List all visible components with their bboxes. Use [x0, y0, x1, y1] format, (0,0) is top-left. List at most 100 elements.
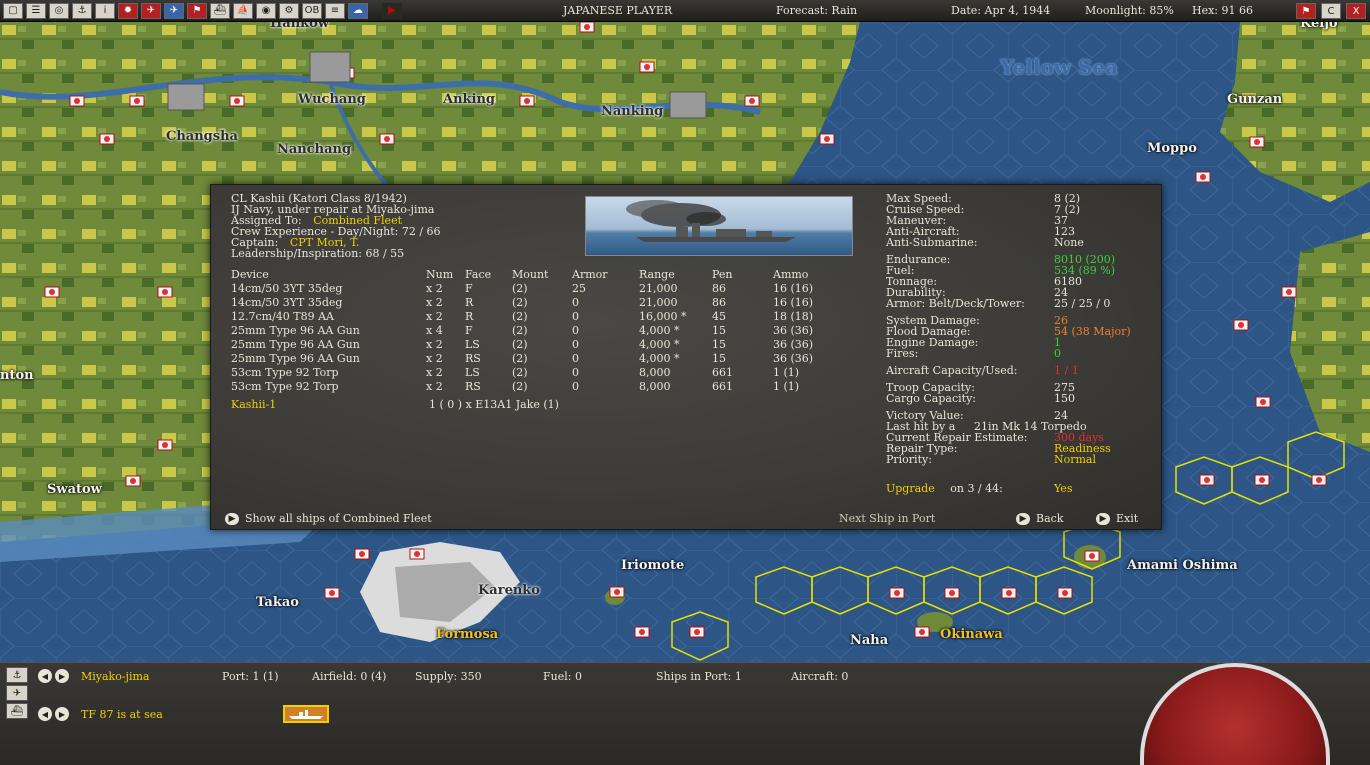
- c-button[interactable]: C: [1321, 3, 1341, 19]
- arrow-right-icon: ▶: [225, 513, 239, 525]
- upgrade-on: on 3 / 44:: [950, 482, 1003, 495]
- ob-icon[interactable]: OB: [302, 2, 322, 19]
- weapon-pen: 15: [712, 337, 726, 351]
- weapon-row: 53cm Type 92 Torp x 2 LS (2) 0 8,000 661 1 (1): [231, 365, 833, 379]
- weapon-pen: 15: [712, 323, 726, 337]
- weapon-face: RS: [465, 351, 481, 365]
- weapon-range: 8,000: [639, 365, 671, 379]
- weapon-armor: 0: [572, 379, 579, 393]
- anchor-icon[interactable]: ⚓: [6, 667, 28, 683]
- location-link[interactable]: Miyako-jima: [81, 670, 149, 683]
- rising-sun-icon[interactable]: ✹: [118, 2, 138, 19]
- gear-icon[interactable]: ⚙: [279, 2, 299, 19]
- stat-label: Fires:: [886, 347, 919, 360]
- menu-icon[interactable]: ▢: [3, 2, 23, 19]
- tf-ship-icon[interactable]: [283, 705, 329, 723]
- flag-icon[interactable]: ⚑: [187, 2, 207, 19]
- stat-value: Normal: [1054, 453, 1097, 466]
- weapon-row: 25mm Type 96 AA Gun x 4 F (2) 0 4,000 * 15 36 (…: [231, 323, 833, 337]
- aircraft-info: Aircraft: 0: [791, 670, 849, 683]
- weapon-face: LS: [465, 337, 480, 351]
- weapon-num: x 2: [426, 295, 443, 309]
- col-ammo: Ammo: [773, 267, 809, 281]
- next-base-icon[interactable]: ▶: [55, 669, 69, 683]
- upgrade-value: Yes: [1054, 482, 1073, 495]
- map-label-naha: Naha: [850, 633, 889, 648]
- col-range: Range: [639, 267, 675, 281]
- upgrade-link[interactable]: Upgrade: [886, 482, 935, 495]
- stat-label: Aircraft Capacity/Used:: [886, 364, 1018, 377]
- weapon-row: 53cm Type 92 Torp x 2 RS (2) 0 8,000 661 1 (1): [231, 379, 833, 393]
- weapon-pen: 661: [712, 365, 733, 379]
- airfield-info: Airfield: 0 (4): [312, 670, 387, 683]
- tf-icon[interactable]: ⚓: [72, 2, 92, 19]
- stat-label: Cargo Capacity:: [886, 392, 976, 405]
- stat-label: Armor: Belt/Deck/Tower:: [886, 297, 1025, 310]
- ship-detail-dialog: CL Kashii (Katori Class 8/1942) IJ Navy,…: [210, 184, 1162, 530]
- weapon-range: 4,000 *: [639, 323, 680, 337]
- weapon-ammo: 1 (1): [773, 379, 800, 393]
- prev-base-icon[interactable]: ◀: [38, 669, 52, 683]
- weapon-num: x 2: [426, 281, 443, 295]
- back-label: Back: [1036, 512, 1064, 525]
- ships-in-port-info: Ships in Port: 1: [656, 670, 742, 683]
- weapon-armor: 0: [572, 337, 579, 351]
- weapon-armor: 25: [572, 281, 586, 295]
- port-info: Port: 1 (1): [222, 670, 279, 683]
- show-all-ships-button[interactable]: ▶ Show all ships of Combined Fleet: [225, 513, 432, 525]
- map-label-iriomote: Iriomote: [621, 558, 685, 573]
- map-label-swatow: Swatow: [47, 482, 102, 497]
- weapon-device: 25mm Type 96 AA Gun: [231, 337, 360, 351]
- next-ship-button[interactable]: Next Ship in Port: [839, 513, 935, 524]
- col-device: Device: [231, 267, 269, 281]
- weapon-pen: 15: [712, 351, 726, 365]
- weapon-pen: 661: [712, 379, 733, 393]
- map-label-nanchang: Nanchang: [277, 142, 352, 157]
- stat-value: None: [1054, 236, 1084, 249]
- map-label-wuchang: Wuchang: [298, 92, 366, 107]
- back-button[interactable]: ▶ Back: [1016, 513, 1063, 525]
- stat-value: 54 (38 Major): [1054, 325, 1131, 338]
- bottom-info-panel: ⚓ ✈ ⛴ ◀ ▶ Miyako-jima Port: 1 (1) Airfie…: [0, 662, 1370, 765]
- intel-icon[interactable]: ◎: [49, 2, 69, 19]
- map-label-kunsan: Gunzan: [1227, 92, 1283, 107]
- weapon-ammo: 36 (36): [773, 351, 814, 365]
- col-mount: Mount: [512, 267, 549, 281]
- weapon-range: 8,000: [639, 379, 671, 393]
- weapon-mount: (2): [512, 351, 528, 365]
- airfield-icon[interactable]: ✈: [6, 685, 28, 701]
- weapon-face: F: [465, 281, 473, 295]
- next-tf-icon[interactable]: ▶: [55, 707, 69, 721]
- weapon-device: 53cm Type 92 Torp: [231, 365, 339, 379]
- weapon-num: x 2: [426, 351, 443, 365]
- tf-status-link[interactable]: TF 87 is at sea: [81, 708, 163, 721]
- japan-flag-icon[interactable]: ⚑: [1296, 3, 1316, 19]
- prev-tf-icon[interactable]: ◀: [38, 707, 52, 721]
- plane-icon[interactable]: ✈: [141, 2, 161, 19]
- weapons-header-row: Device Num Face Mount Armor Range Pen Am…: [231, 267, 833, 281]
- date-label: Date: Apr 4, 1944: [951, 4, 1051, 17]
- cloud-icon[interactable]: ☁: [348, 2, 368, 19]
- weapon-armor: 0: [572, 351, 579, 365]
- list-icon[interactable]: ≡: [325, 2, 345, 19]
- close-icon[interactable]: X: [1346, 3, 1366, 19]
- air-group-link[interactable]: Kashii-1: [231, 399, 276, 410]
- weapon-ammo: 16 (16): [773, 281, 814, 295]
- carrier-icon[interactable]: ⛴: [210, 2, 230, 19]
- ship-icon[interactable]: ✈: [164, 2, 184, 19]
- weapon-ammo: 18 (18): [773, 309, 814, 323]
- col-num: Num: [426, 267, 454, 281]
- map-label-takao: Takao: [256, 595, 299, 610]
- info-icon[interactable]: i: [95, 2, 115, 19]
- weapon-num: x 2: [426, 337, 443, 351]
- stat-value: 25 / 25 / 0: [1054, 297, 1111, 310]
- play-icon[interactable]: ▶: [382, 2, 402, 19]
- report-icon[interactable]: ☰: [26, 2, 46, 19]
- stat-label: Anti-Submarine:: [886, 236, 978, 249]
- globe-icon[interactable]: ◉: [256, 2, 276, 19]
- ship-filter-icon[interactable]: ⛴: [6, 703, 28, 719]
- forecast-label: Forecast: Rain: [776, 4, 858, 17]
- exit-button[interactable]: ▶ Exit: [1096, 513, 1138, 525]
- weapon-mount: (2): [512, 323, 528, 337]
- sub-icon[interactable]: ⛵: [233, 2, 253, 19]
